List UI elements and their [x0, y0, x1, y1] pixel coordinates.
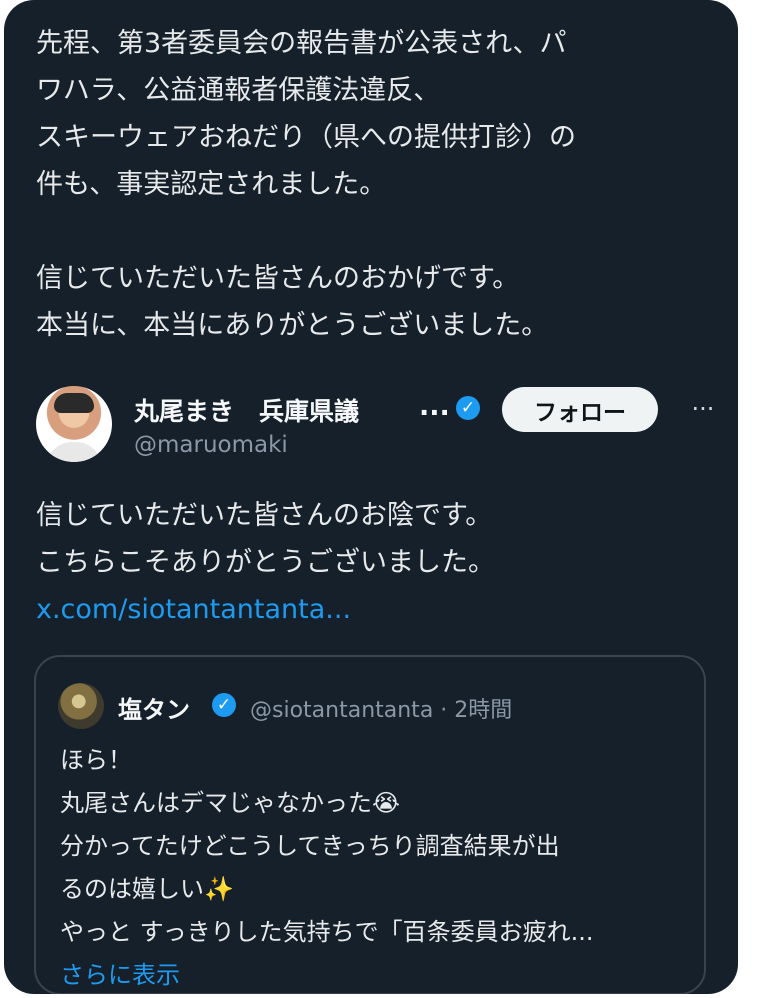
- author-name[interactable]: 丸尾まき 兵庫県議: [134, 392, 359, 428]
- quote-author-avatar[interactable]: [58, 683, 104, 729]
- text-line: 先程、第3者委員会の報告書が公表され、パ: [36, 28, 567, 59]
- reply-author-row: 丸尾まき 兵庫県議 ... ✓ @maruomaki フォロー ···: [36, 386, 726, 466]
- reply-line: 信じていただいた皆さんのお陰です。: [36, 500, 493, 531]
- embedded-quote-card[interactable]: 塩タン ✓ @siotantantanta · 2時間 ほら！ 丸尾さんはデマじ…: [34, 655, 706, 994]
- reply-text: 信じていただいた皆さんのお陰です。 こちらこそありがとうございました。 x.co…: [36, 492, 716, 633]
- follow-button[interactable]: フォロー: [502, 387, 658, 432]
- quote-line: 分かってたけどこうしてきっちり調査結果が出: [60, 832, 560, 860]
- more-options-icon[interactable]: ···: [686, 394, 720, 424]
- text-line: 本当に、本当にありがとうございました。: [36, 310, 549, 341]
- reply-line: こちらこそありがとうございました。: [36, 547, 495, 578]
- quote-author-name[interactable]: 塩タン: [118, 690, 190, 725]
- verified-badge-icon: ✓: [456, 396, 480, 420]
- quote-line: 丸尾さんはデマじゃなかった😭: [60, 789, 401, 817]
- tweet-card: 先程、第3者委員会の報告書が公表され、パ ワハラ、公益通報者保護法違反、 スキー…: [4, 0, 738, 994]
- quote-line: ほら！: [60, 746, 132, 774]
- author-avatar[interactable]: [36, 386, 112, 462]
- text-line: スキーウェアおねだり（県への提供打診）の: [36, 122, 576, 153]
- show-more-link[interactable]: さらに表示: [60, 961, 180, 989]
- author-handle[interactable]: @maruomaki: [134, 432, 288, 458]
- text-line: 信じていただいた皆さんのおかげです。: [36, 263, 520, 294]
- quote-handle-and-time[interactable]: @siotantantanta · 2時間: [250, 692, 512, 724]
- quote-line: やっと すっきりした気持ちで「百条委員お疲れ...: [60, 918, 594, 946]
- quote-line: るのは嬉しい✨: [60, 875, 234, 903]
- original-tweet-text: 先程、第3者委員会の報告書が公表され、パ ワハラ、公益通報者保護法違反、 スキー…: [36, 20, 726, 349]
- text-line: ワハラ、公益通報者保護法違反、: [36, 75, 441, 106]
- verified-badge-icon: ✓: [212, 693, 236, 717]
- quote-text: ほら！ 丸尾さんはデマじゃなかった😭 分かってたけどこうしてきっちり調査結果が出…: [60, 739, 690, 994]
- text-line: 件も、事実認定されました。: [36, 169, 387, 200]
- author-name-ellipsis: ...: [419, 391, 450, 422]
- quoted-tweet-link[interactable]: x.com/siotantantanta...: [36, 594, 351, 625]
